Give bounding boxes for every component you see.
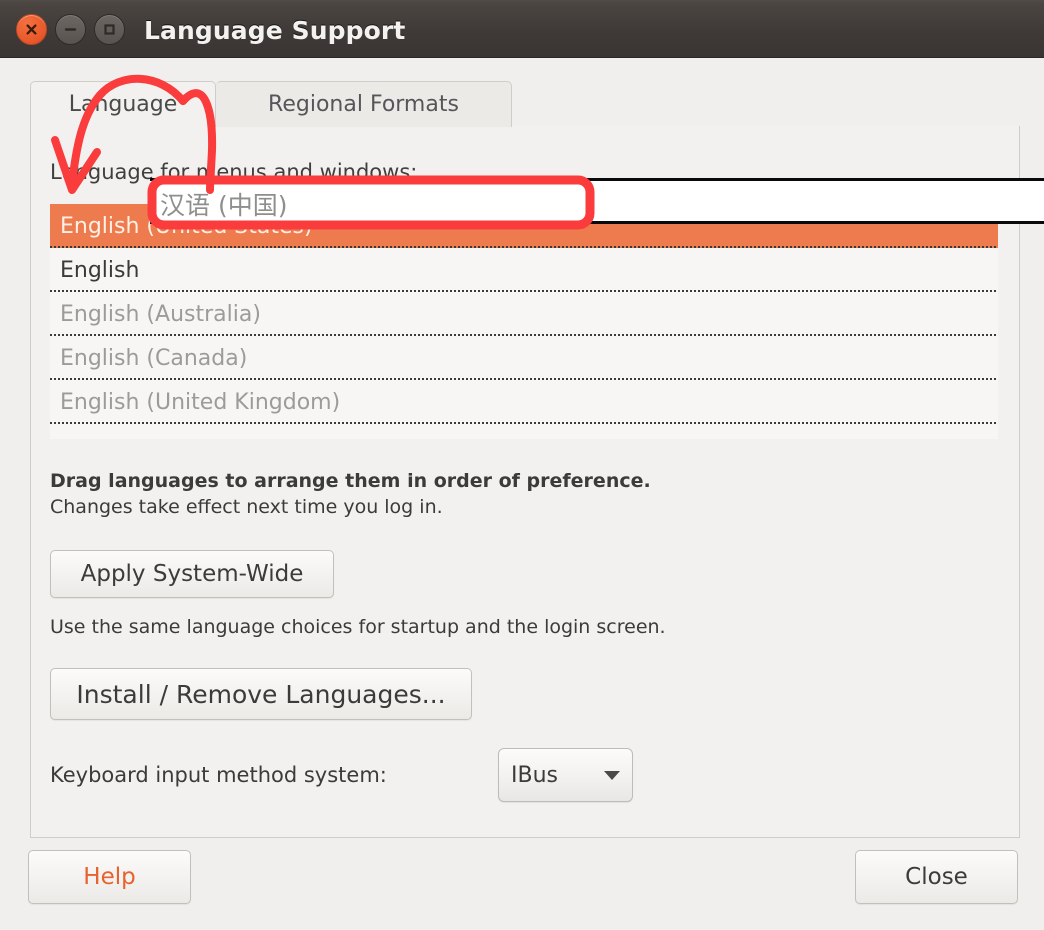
close-button[interactable]: Close	[855, 850, 1018, 904]
drag-hint-bold: Drag languages to arrange them in order …	[50, 470, 651, 492]
title-bar: Language Support	[0, 0, 1044, 58]
keyboard-input-method-label: Keyboard input method system:	[50, 763, 387, 787]
list-item[interactable]: English (Australia)	[50, 292, 998, 336]
help-button[interactable]: Help	[28, 850, 191, 904]
close-window-icon[interactable]	[16, 14, 47, 45]
window-title: Language Support	[144, 16, 405, 45]
input-method-candidate-text: 汉语 (中国)	[160, 186, 287, 222]
keyboard-input-method-select[interactable]: IBus	[498, 748, 633, 802]
list-item[interactable]: English (Canada)	[50, 336, 998, 380]
maximize-window-icon[interactable]	[94, 14, 125, 45]
tab-content-panel: Language for menus and windows: English …	[30, 126, 1020, 838]
minimize-window-icon[interactable]	[55, 14, 86, 45]
close-x-glyph	[25, 23, 38, 36]
apply-description: Use the same language choices for startu…	[50, 616, 666, 638]
language-support-window: Language Support Language Regional Forma…	[0, 0, 1044, 930]
maximize-square-glyph	[102, 22, 117, 37]
tab-language[interactable]: Language	[30, 81, 216, 127]
list-item[interactable]: English (United Kingdom)	[50, 380, 998, 424]
minimize-dash-glyph	[63, 23, 78, 36]
apply-system-wide-button[interactable]: Apply System-Wide	[50, 550, 334, 598]
chevron-down-icon	[604, 771, 620, 780]
install-remove-languages-button[interactable]: Install / Remove Languages...	[50, 668, 472, 720]
keyboard-input-method-value: IBus	[511, 763, 558, 788]
window-controls	[16, 14, 125, 45]
language-list[interactable]: English (United States) English English …	[50, 204, 998, 439]
drag-hint-plain: Changes take effect next time you log in…	[50, 496, 443, 518]
list-item[interactable]: English	[50, 248, 998, 292]
tab-regional-formats[interactable]: Regional Formats	[216, 81, 512, 127]
tab-bar: Language Regional Formats	[30, 81, 1020, 127]
